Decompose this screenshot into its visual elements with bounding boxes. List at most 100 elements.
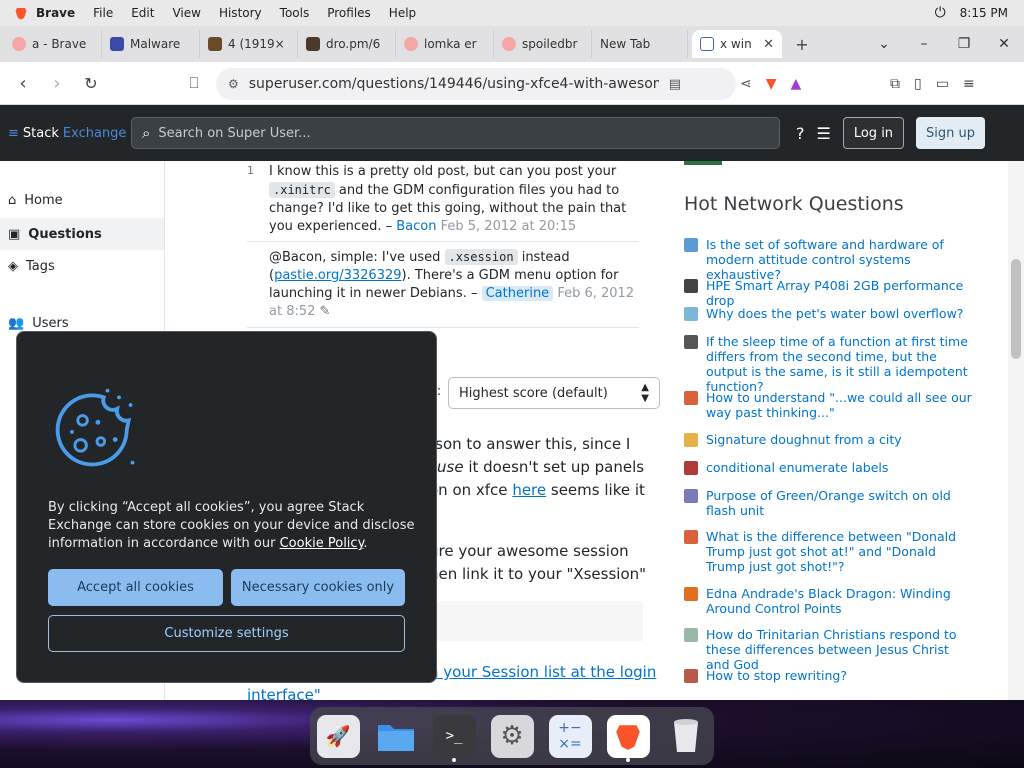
comment-link[interactable]: pastie.org/3326329 <box>274 268 401 283</box>
menu-history[interactable]: History <box>210 6 271 20</box>
tab-6[interactable]: New Tab <box>592 30 688 58</box>
sidebar-item-tags[interactable]: ◈ Tags <box>8 259 55 274</box>
hnq-item-title: Why does the pet's water bowl overflow? <box>706 306 964 321</box>
cookie-icon <box>55 388 135 467</box>
share-icon[interactable]: ⋖ <box>740 76 752 92</box>
close-tab-icon[interactable]: ✕ <box>763 37 774 52</box>
login-button[interactable]: Log in <box>842 117 905 149</box>
menu-edit[interactable]: Edit <box>122 6 163 20</box>
tab-3[interactable]: dro.pm/6 <box>298 30 396 58</box>
site-info-icon[interactable]: ⚙ <box>228 77 239 91</box>
system-menu-bar: Brave File Edit View History Tools Profi… <box>0 0 1024 26</box>
brave-icon[interactable] <box>606 714 650 758</box>
help-icon[interactable]: ? <box>796 124 805 143</box>
menu-profiles[interactable]: Profiles <box>318 6 380 20</box>
clock[interactable]: 8:15 PM <box>960 6 1008 20</box>
hnq-item[interactable]: If the sleep time of a function at first… <box>684 334 974 394</box>
menu-file[interactable]: File <box>84 6 122 20</box>
tab-5[interactable]: spoiledbr <box>494 30 592 58</box>
hnq-title: Hot Network Questions <box>684 193 904 215</box>
window-controls: ⌄ – ❐ ✕ <box>864 36 1024 52</box>
extensions-icon[interactable]: ⧉ <box>890 76 900 92</box>
back-icon[interactable]: ‹ <box>6 73 40 94</box>
tab-title: lomka er <box>424 37 477 51</box>
edited-pencil-icon: ✎ <box>319 304 331 319</box>
cookie-policy-link[interactable]: Cookie Policy <box>280 536 364 551</box>
hnq-item[interactable]: What is the difference between "Donald T… <box>684 529 974 574</box>
answer-link[interactable]: here <box>512 481 546 499</box>
logo-exchange: Exchange <box>62 125 127 141</box>
tab-1[interactable]: Malware <box>102 30 200 58</box>
menu-tools[interactable]: Tools <box>271 6 319 20</box>
hnq-item[interactable]: Is the set of software and hardware of m… <box>684 237 974 282</box>
bookmark-icon[interactable]: ⎕ <box>177 74 211 92</box>
terminal-icon[interactable]: >_ <box>432 714 476 758</box>
comment-user-link[interactable]: Bacon <box>396 219 436 234</box>
maximize-icon[interactable]: ❐ <box>944 36 984 52</box>
comment-user-link[interactable]: Catherine <box>481 286 554 301</box>
launcher-icon[interactable]: 🚀 <box>316 714 360 758</box>
brave-rewards-icon[interactable]: ▲ <box>791 76 802 92</box>
nav-right-icons: ⋖ ▼ ▲ <box>740 62 801 105</box>
answer-link[interactable]: n your Session list at the login <box>429 661 656 684</box>
comment-divider <box>247 327 639 328</box>
hnq-item[interactable]: How to stop rewriting? <box>684 668 974 683</box>
wallet-icon[interactable]: ▭ <box>936 76 949 92</box>
answer-line: use it doesn't set up panels <box>437 456 644 479</box>
comment-date[interactable]: Feb 5, 2012 at 20:15 <box>441 219 577 234</box>
trash-icon[interactable] <box>665 715 708 758</box>
address-bar[interactable]: ⚙ superuser.com/questions/149446/using-x… <box>216 68 736 100</box>
menu-view[interactable]: View <box>163 6 209 20</box>
page-scrollbar[interactable] <box>1008 161 1024 700</box>
brave-shields-icon[interactable]: ▼ <box>766 76 777 92</box>
calculator-icon[interactable]: +− ×= <box>548 714 592 758</box>
new-tab-icon[interactable]: + <box>782 35 822 54</box>
customize-settings-button[interactable]: Customize settings <box>48 615 405 652</box>
stackexchange-logo[interactable]: ≡ Stack Exchange <box>8 126 126 141</box>
answer-text-span: it doesn't set up panels <box>463 458 645 476</box>
accept-all-cookies-button[interactable]: Accept all cookies <box>48 569 223 606</box>
settings-icon[interactable]: ⚙ <box>490 714 534 758</box>
site-switcher-icon[interactable]: ☰ <box>817 124 831 143</box>
reader-mode-icon[interactable]: ▤ <box>669 77 681 92</box>
tab-0[interactable]: a - Brave <box>4 30 102 58</box>
menu-help[interactable]: Help <box>380 6 425 20</box>
cookie-text: By clicking “Accept all cookies”, you ag… <box>48 499 418 553</box>
sort-select[interactable]: Highest score (default) ▲ ▼ <box>448 377 660 409</box>
scrollbar-thumb[interactable] <box>1011 259 1021 359</box>
close-window-icon[interactable]: ✕ <box>984 36 1024 52</box>
hnq-item[interactable]: How do Trinitarian Christians respond to… <box>684 627 974 672</box>
sidebar-item-questions[interactable]: ▣ Questions <box>0 218 164 250</box>
answer-link[interactable]: interface" <box>247 684 321 700</box>
site-favicon-icon <box>684 307 698 321</box>
sidebar-item-users[interactable]: 👥 Users <box>8 316 69 331</box>
forward-icon[interactable]: › <box>40 73 74 94</box>
hnq-item[interactable]: conditional enumerate labels <box>684 460 974 475</box>
tab-list-icon[interactable]: ⌄ <box>864 36 904 52</box>
tab-4[interactable]: lomka er <box>396 30 494 58</box>
hnq-item-title: What is the difference between "Donald T… <box>706 529 957 574</box>
hnq-item[interactable]: Why does the pet's water bowl overflow? <box>684 306 974 321</box>
hnq-item[interactable]: Edna Andrade's Black Dragon: Winding Aro… <box>684 586 974 616</box>
hnq-item[interactable]: Signature doughnut from a city <box>684 432 974 447</box>
hnq-item[interactable]: HPE Smart Array P408i 2GB performance dr… <box>684 278 974 308</box>
hnq-item[interactable]: Purpose of Green/Orange switch on old fl… <box>684 488 974 518</box>
files-icon[interactable] <box>375 715 418 758</box>
power-icon[interactable]: ⏻ <box>935 5 946 21</box>
inline-code: .xinitrc <box>269 182 335 198</box>
answer-line: on on xfce here seems like it <box>429 479 645 502</box>
tab-2[interactable]: 4 (1919× <box>200 30 298 58</box>
menu-icon[interactable]: ≡ <box>963 76 975 92</box>
sidebar-item-home[interactable]: ⌂ Home <box>8 193 63 208</box>
site-favicon-icon <box>684 433 698 447</box>
sidebar-icon[interactable]: ▯ <box>914 76 922 92</box>
reload-icon[interactable]: ↻ <box>74 74 108 93</box>
url-text[interactable]: superuser.com/questions/149446/using-xfc… <box>249 76 659 92</box>
search-input[interactable]: ⌕ Search on Super User... <box>131 117 780 149</box>
necessary-cookies-button[interactable]: Necessary cookies only <box>231 569 405 606</box>
tab-7-active[interactable]: x win ✕ <box>692 30 782 58</box>
menu-app-name[interactable]: Brave <box>34 6 84 20</box>
signup-button[interactable]: Sign up <box>916 117 986 149</box>
minimize-icon[interactable]: – <box>904 36 944 52</box>
hnq-item[interactable]: How to understand "...we could all see o… <box>684 390 974 420</box>
